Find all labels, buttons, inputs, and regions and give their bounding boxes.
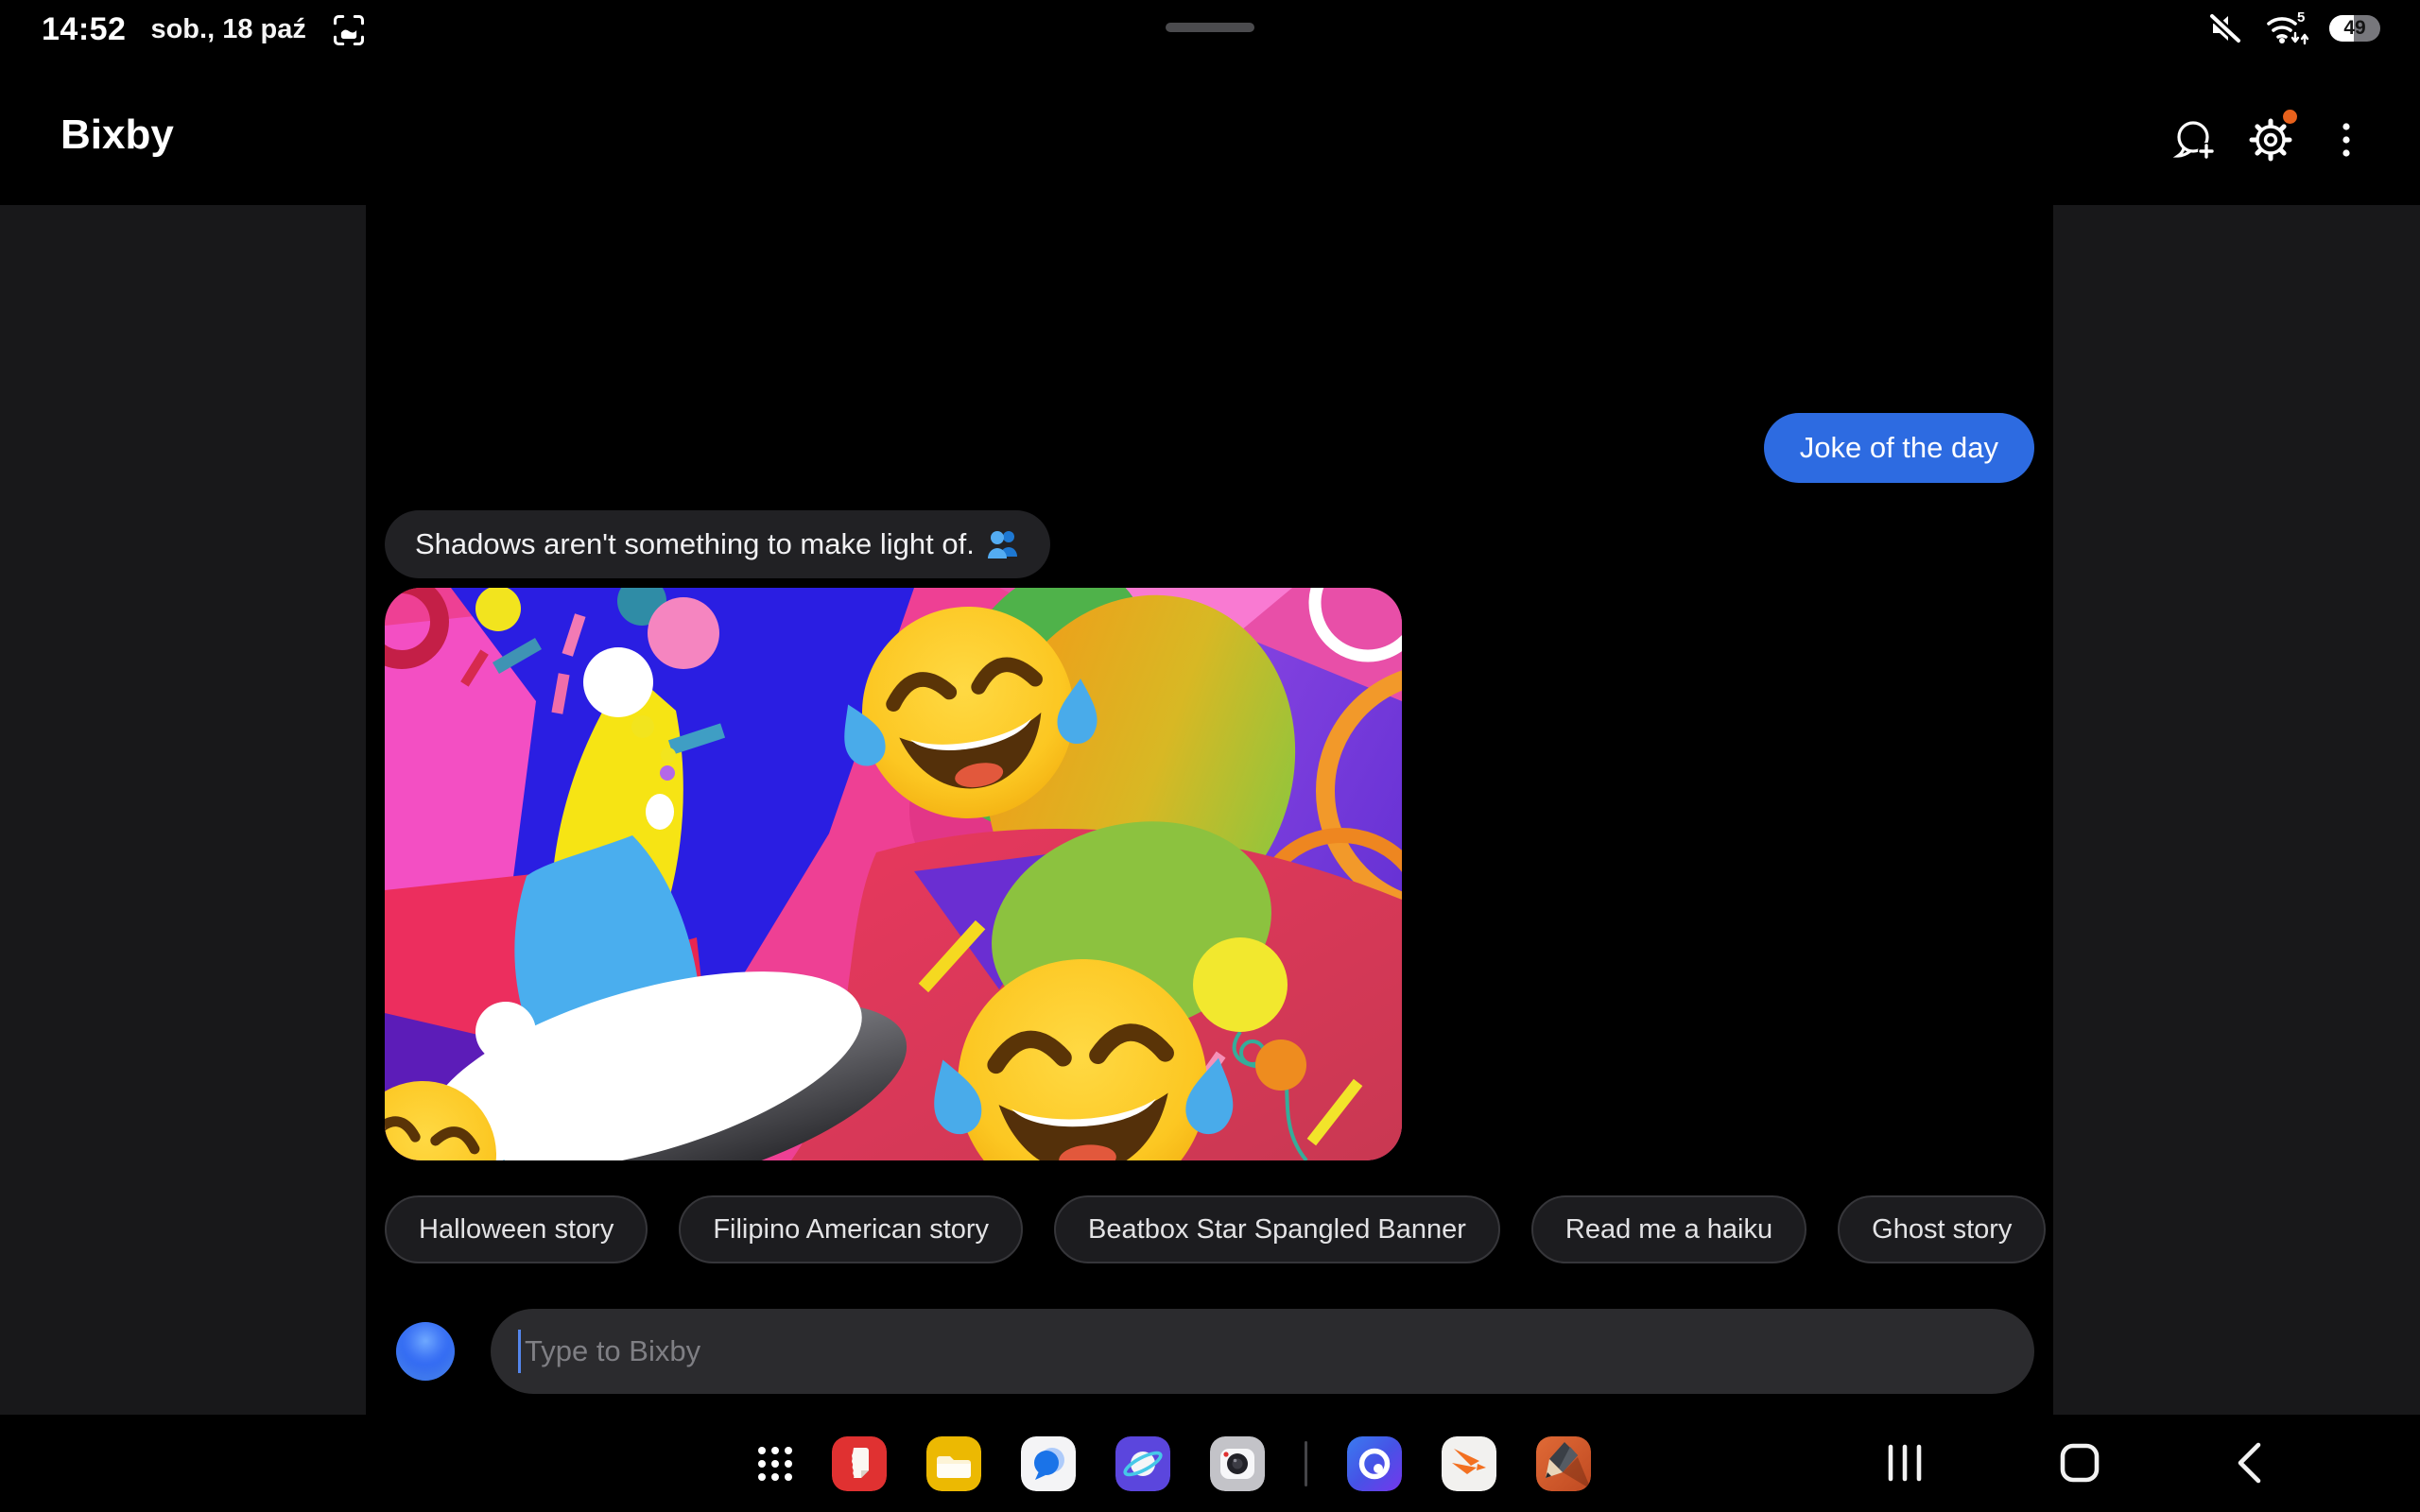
more-options-button[interactable] [2324, 117, 2369, 163]
suggestion-chip-halloween-story[interactable]: Halloween story [385, 1195, 648, 1263]
suggestion-chip-filipino-american-story[interactable]: Filipino American story [679, 1195, 1023, 1263]
swift-playgrounds-icon[interactable] [1442, 1436, 1496, 1491]
dock [0, 1415, 2420, 1512]
suggestion-chip-ghost-story[interactable]: Ghost story [1838, 1195, 2046, 1263]
sketchbook-icon[interactable] [1536, 1436, 1591, 1491]
back-button[interactable] [2225, 1436, 2278, 1489]
app-drawer-icon[interactable] [758, 1447, 792, 1481]
kebab-menu-icon [2324, 117, 2369, 163]
suggestion-chip-beatbox[interactable]: Beatbox Star Spangled Banner [1054, 1195, 1500, 1263]
busts-in-silhouette-emoji [986, 528, 1020, 560]
text-cursor [518, 1330, 521, 1373]
recents-icon [1878, 1436, 1931, 1489]
bixby-icon[interactable] [1347, 1436, 1402, 1491]
new-chat-icon [2172, 117, 2218, 163]
settings-button[interactable] [2248, 117, 2293, 163]
new-chat-button[interactable] [2172, 117, 2218, 163]
status-time: 14:52 [42, 11, 126, 48]
user-message-bubble[interactable]: Joke of the day [1764, 413, 2034, 483]
back-icon [2225, 1436, 2278, 1489]
battery-percent: 49 [2329, 15, 2380, 42]
status-bar: 14:52 sob., 18 paź 5 [0, 0, 2420, 57]
camera-icon[interactable] [1210, 1436, 1265, 1491]
dock-apps [758, 1415, 1591, 1512]
text-input-field[interactable] [491, 1309, 2034, 1394]
suggestion-chip-haiku[interactable]: Read me a haiku [1531, 1195, 1806, 1263]
user-message-text: Joke of the day [1800, 431, 1998, 465]
bixby-message-bubble[interactable]: Shadows aren't something to make light o… [385, 510, 1050, 578]
battery-indicator: 49 [2329, 15, 2380, 42]
left-dim-panel [0, 205, 366, 1415]
app-title: Bixby [60, 112, 174, 159]
home-icon [2053, 1436, 2106, 1489]
screen: 14:52 sob., 18 paź 5 [0, 0, 2420, 1512]
dock-separator [1305, 1441, 1307, 1486]
recents-button[interactable] [1878, 1436, 1931, 1489]
bixby-logo-button[interactable] [396, 1322, 455, 1381]
main-area: Joke of the day Shadows aren't something… [0, 205, 2420, 1415]
drag-handle[interactable] [1166, 23, 1254, 32]
input-bar [366, 1309, 2053, 1394]
joke-image-svg [385, 588, 1402, 1160]
settings-notification-dot [2283, 110, 2297, 124]
bixby-message-text: Shadows aren't something to make light o… [415, 527, 975, 561]
messages-icon[interactable] [1021, 1436, 1076, 1491]
my-files-icon[interactable] [926, 1436, 981, 1491]
samsung-internet-icon[interactable] [1115, 1436, 1170, 1491]
samsung-notes-icon[interactable] [832, 1436, 887, 1491]
chat-area: Joke of the day Shadows aren't something… [366, 205, 2053, 1415]
right-dim-panel [2053, 205, 2420, 1415]
mute-icon [2208, 10, 2244, 46]
text-input[interactable] [491, 1309, 2034, 1394]
home-button[interactable] [2053, 1436, 2106, 1489]
svg-text:5: 5 [2297, 9, 2305, 26]
gear-icon [2248, 117, 2293, 163]
status-date: sob., 18 paź [150, 14, 305, 45]
wifi-icon: 5 [2263, 9, 2310, 48]
suggestion-chips: Halloween story Filipino American story … [385, 1195, 2046, 1263]
joke-illustration[interactable] [385, 588, 1402, 1160]
screen-capture-icon [331, 12, 367, 48]
